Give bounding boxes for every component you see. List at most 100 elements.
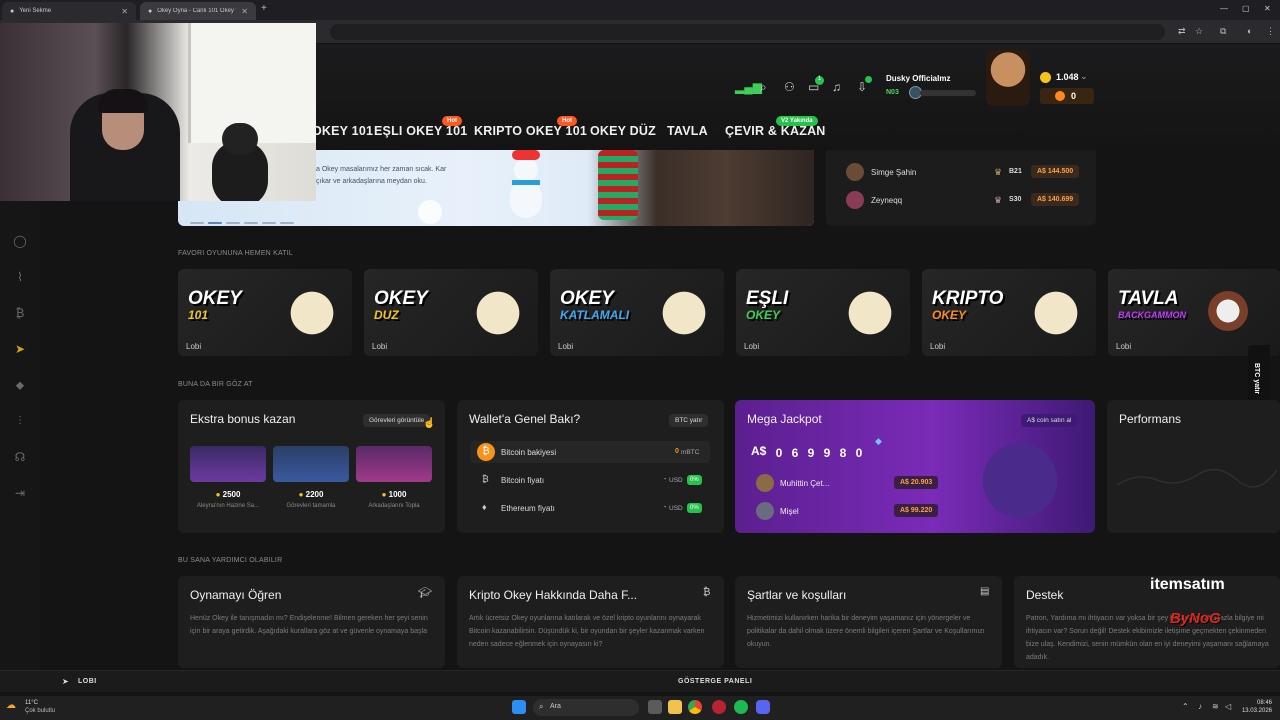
bonus-card: Ekstra bonus kazan Görevleri görüntüle ●…	[178, 400, 445, 533]
game-card-kripto-okey[interactable]: KRIPTO OKEY Lobi	[922, 269, 1096, 356]
file-explorer-icon[interactable]	[668, 700, 682, 714]
window-close-icon[interactable]: ✕	[1264, 4, 1271, 13]
game-card-okey-101[interactable]: OKEY 101 Lobi	[178, 269, 352, 356]
sidebar-logout-icon[interactable]: ⇥	[12, 486, 28, 502]
task-view-icon[interactable]	[648, 700, 662, 714]
lobby-link[interactable]: LOBI	[78, 678, 97, 685]
help-card-support[interactable]: Destek Patron, Yardıma mı ihtiyacın var …	[1014, 576, 1280, 668]
btc-deposit-button[interactable]: BTC yatır	[669, 414, 709, 427]
nav-okey-101[interactable]: OKEY 101	[312, 124, 373, 138]
chip-icon	[1055, 91, 1065, 101]
bottom-bar: ➤ LOBI GÖSTERGE PANELI	[0, 670, 1280, 692]
extensions-icon[interactable]: ⧉	[1220, 26, 1226, 37]
taskbar-search-input[interactable]: ⌕ Ara	[533, 699, 639, 716]
profile-icon[interactable]: ◐	[1247, 26, 1252, 36]
clock-time[interactable]: 08:46	[1242, 700, 1272, 706]
music-icon[interactable]: ♫	[832, 80, 841, 94]
new-tab-icon[interactable]: +	[261, 3, 267, 14]
dashboard-link[interactable]: GÖSTERGE PANELI	[678, 678, 752, 685]
document-icon: ▤	[980, 586, 990, 597]
sidebar-settings-icon[interactable]: ⫶	[12, 414, 28, 430]
friends-icon[interactable]: ⚇	[784, 80, 795, 94]
weather-icon[interactable]: ☁	[6, 700, 16, 711]
wifi-icon[interactable]: ≋	[1212, 702, 1219, 711]
sidebar-stats-icon[interactable]: ⌇	[12, 270, 28, 286]
nav-esli-okey-101[interactable]: EŞLI OKEY 101	[374, 124, 467, 138]
banner-pagination[interactable]	[190, 211, 298, 229]
wallet-unit: USD	[669, 505, 683, 512]
sidebar-bitcoin-icon[interactable]: ₿	[12, 306, 28, 322]
streamer-hair	[98, 89, 148, 113]
game-card-tavla[interactable]: TAVLA BACKGAMMON Lobi	[1108, 269, 1280, 356]
game-card-esli-okey[interactable]: EŞLI OKEY Lobi	[736, 269, 910, 356]
performance-card: Performans	[1107, 400, 1280, 533]
banner-scarf	[598, 150, 638, 220]
help-card-learn[interactable]: Oynamayı Öğren 🎓︎ Henüz Okey ile tanışma…	[178, 576, 445, 668]
browser-menu-icon[interactable]: ⋮	[1266, 26, 1275, 37]
search-placeholder: Ara	[550, 703, 561, 710]
user-level: N03	[886, 89, 899, 96]
sidebar-tag-icon[interactable]: ⬥	[12, 378, 28, 394]
okey-tiles-image	[282, 277, 342, 349]
user-name[interactable]: Dusky Officialmz	[886, 74, 950, 83]
sidebar-send-icon[interactable]: ➤	[12, 342, 28, 358]
windows-start-icon[interactable]	[512, 700, 526, 714]
jackpot-winner-row: Mişel A$ 99.220	[752, 502, 942, 522]
game-card-okey-duz[interactable]: OKEY DUZ Lobi	[364, 269, 538, 356]
clock-date[interactable]: 13.03.2026	[1232, 708, 1272, 714]
okey-tiles-image	[1026, 277, 1086, 349]
spotify-icon[interactable]	[734, 700, 748, 714]
help-card-title: Kripto Okey Hakkında Daha F...	[469, 588, 638, 602]
section-title-look: BUNA DA BIR GÖZ AT	[178, 381, 253, 388]
browser-tab-active[interactable]: ● Okey Oyna - Canlı 101 Okey ve... ✕	[140, 2, 256, 20]
search-icon[interactable]: ⌕	[760, 80, 767, 95]
wallet-value: -	[664, 504, 667, 511]
translate-icon[interactable]: ⇄	[1178, 26, 1186, 37]
maximize-icon[interactable]: ▢	[1242, 4, 1250, 13]
bonus-image[interactable]	[273, 446, 349, 482]
nav-cevir-kazan[interactable]: ÇEVIR & KAZAN	[725, 124, 826, 138]
winner-name: Simge Şahin	[871, 168, 917, 177]
chrome-icon[interactable]	[688, 700, 702, 714]
lobby-label: Lobi	[558, 342, 574, 351]
bonus-desc: Görevleri tamamla	[286, 503, 336, 509]
game-card-okey-katlamali[interactable]: OKEY KATLAMALI Lobi	[550, 269, 724, 356]
sidebar-support-icon[interactable]: ☊	[12, 450, 28, 466]
wallet-value: -	[664, 476, 667, 483]
performance-sparkline	[1117, 468, 1277, 488]
hot-badge: Hot	[557, 116, 577, 126]
discord-icon[interactable]	[756, 700, 770, 714]
bonus-image[interactable]	[356, 446, 432, 482]
v2-badge: V2 Yakında	[776, 116, 818, 126]
coin-icon: ●	[381, 490, 387, 499]
nav-kripto-okey-101[interactable]: KRIPTO OKEY 101	[474, 124, 587, 138]
help-card-text: Henüz Okey ile tanışmadın mı? Endişelenm…	[190, 615, 428, 635]
user-avatar[interactable]	[986, 50, 1030, 106]
mouse-cursor-icon: ☝	[423, 418, 436, 429]
coin-icon: ●	[298, 490, 304, 499]
view-tasks-button[interactable]: Görevleri görüntüle	[363, 414, 431, 427]
bonus-image[interactable]	[190, 446, 266, 482]
buy-coin-button[interactable]: A$ coin satın al	[1021, 414, 1078, 427]
bookmark-star-icon[interactable]: ☆	[1195, 26, 1203, 37]
bonus-desc: Arkadaşlarını Topla	[368, 503, 420, 509]
address-input[interactable]	[330, 24, 1165, 40]
speaker-icon[interactable]: ◁	[1225, 702, 1231, 711]
help-card-crypto[interactable]: Kripto Okey Hakkında Daha F... ₿ Artık ü…	[457, 576, 724, 668]
tray-chevron-icon[interactable]: ⌃	[1182, 702, 1189, 711]
weather-temp: 11°C	[25, 700, 38, 706]
nav-okey-duz[interactable]: OKEY DÜZ	[590, 124, 656, 138]
lobby-label: Lobi	[930, 342, 946, 351]
nav-tavla[interactable]: TAVLA	[667, 124, 708, 138]
browser-tab[interactable]: ● Yeni Sekme ✕	[2, 2, 136, 20]
app-icon[interactable]	[712, 700, 726, 714]
wallet-label: Bitcoin fiyatı	[501, 476, 545, 485]
mic-icon[interactable]: ♪	[1198, 702, 1202, 711]
sidebar-user-icon[interactable]: ◯	[12, 234, 28, 250]
close-tab-icon[interactable]: ✕	[121, 7, 128, 16]
close-tab-icon[interactable]: ✕	[241, 7, 248, 16]
snowball	[418, 200, 442, 224]
chevron-down-icon[interactable]: ⌄	[1080, 71, 1088, 82]
minimize-icon[interactable]: —	[1220, 4, 1228, 13]
help-card-terms[interactable]: Şartlar ve koşulları ▤ Hizmetimizi kulla…	[735, 576, 1002, 668]
